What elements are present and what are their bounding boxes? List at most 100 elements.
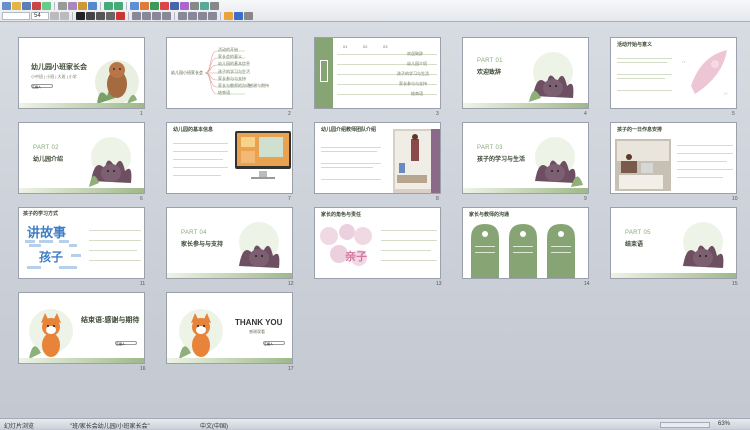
format-painter-icon[interactable]: [88, 2, 97, 10]
justify-icon[interactable]: [162, 12, 171, 20]
wordcloud-circles-icon: [320, 224, 372, 266]
mindmap-item: 活动的开始: [218, 47, 238, 52]
separator: [174, 12, 175, 20]
cut-icon[interactable]: [58, 2, 67, 10]
align-left-icon[interactable]: [132, 12, 141, 20]
slide-thumbnail-9[interactable]: PART 03 孩子的学习与生活: [462, 122, 589, 194]
mindmap-item: 感谢与期待: [249, 83, 269, 88]
font-size-select[interactable]: 54: [31, 12, 49, 20]
slide-title: 欢迎致辞: [477, 70, 502, 76]
separator: [72, 12, 73, 20]
toolbar-row-1: [2, 1, 219, 11]
pdf-icon[interactable]: [32, 2, 41, 10]
open-icon[interactable]: [12, 2, 21, 10]
bold-icon[interactable]: [76, 12, 85, 20]
wordcloud-word: 亲子: [345, 251, 367, 263]
indent-icon[interactable]: [198, 12, 207, 20]
mindmap-item: 结束语: [218, 90, 230, 95]
more-icon[interactable]: [190, 2, 199, 10]
slide-footer-bar: [19, 103, 144, 108]
bullets-icon[interactable]: [178, 12, 187, 20]
paste-icon[interactable]: [78, 2, 87, 10]
separator: [220, 12, 221, 20]
slide-thumbnail-16[interactable]: 结束语:感谢与期待 汇报人: [18, 292, 145, 364]
slide-number: 1: [140, 111, 143, 117]
slide-thumbnail-14[interactable]: 家长与教师的沟通: [462, 207, 589, 279]
slide-title: 结束语:感谢与期待: [81, 317, 140, 324]
presenter-pill: 汇报人: [115, 341, 137, 346]
slide-thumbnail-4[interactable]: PART 01 欢迎致辞: [462, 37, 589, 109]
separator: [54, 2, 55, 10]
numbering-icon[interactable]: [188, 12, 197, 20]
toc-row: 幼儿园介绍: [407, 61, 427, 66]
slide-thumbnail-5[interactable]: 活动开始与意义 “ ”: [610, 37, 737, 109]
text-line: [677, 161, 727, 162]
text-line: [381, 240, 437, 241]
toc-col: 03: [383, 44, 388, 49]
shadow-icon[interactable]: [106, 12, 115, 20]
new-icon[interactable]: [2, 2, 11, 10]
slide-thumbnail-10[interactable]: 孩子的一日作息安排: [610, 122, 737, 194]
zoom-slider[interactable]: [660, 422, 710, 428]
slide-thumbnail-2[interactable]: 幼儿园小班家长会 活动的开始 家长会的意义 幼儿园的基本信息 孩子的学习与生活 …: [166, 37, 293, 109]
text-line: [381, 230, 437, 231]
fill-color-icon[interactable]: [224, 12, 233, 20]
font-name-select[interactable]: [2, 12, 30, 20]
redo-icon[interactable]: [114, 2, 123, 10]
insert-media-icon[interactable]: [180, 2, 189, 10]
slide-thumbnail-13[interactable]: 家长的角色与责任 亲子: [314, 207, 441, 279]
grow-font-icon[interactable]: [50, 12, 59, 20]
slide-number: 2: [288, 111, 291, 117]
chevron-down-icon[interactable]: [244, 12, 253, 20]
outdent-icon[interactable]: [208, 12, 217, 20]
text-line: [381, 250, 431, 251]
help-icon[interactable]: [200, 2, 209, 10]
text-line: [89, 250, 137, 251]
align-center-icon[interactable]: [142, 12, 151, 20]
insert-shape-icon[interactable]: [160, 2, 169, 10]
toc-row: 欢迎致辞: [407, 51, 423, 56]
text-line: [89, 230, 141, 231]
svg-text:”: ”: [723, 92, 728, 103]
slide-thumbnail-3[interactable]: 01 02 03 欢迎致辞 幼儿园介绍 孩子的学习与生活 家长参与与支持 结束语: [314, 37, 441, 109]
slide-number: 11: [140, 281, 146, 287]
slide-thumbnail-8[interactable]: 幼儿园介绍教师团队介绍: [314, 122, 441, 194]
underline-icon[interactable]: [96, 12, 105, 20]
text-line: [677, 169, 733, 170]
zoom-level[interactable]: 63%: [718, 421, 730, 427]
slide-number: 10: [732, 196, 738, 202]
chevron-down-icon[interactable]: [210, 2, 219, 10]
undo-icon[interactable]: [104, 2, 113, 10]
slide-footer-bar: [463, 103, 588, 108]
italic-icon[interactable]: [86, 12, 95, 20]
slide-number: 15: [732, 281, 738, 287]
insert-table-icon[interactable]: [130, 2, 139, 10]
slide-thumbnail-1[interactable]: 幼儿园小班家长会 小中班 | 小班 | 大班 | 小学 汇报人: [18, 37, 145, 109]
print-icon[interactable]: [42, 2, 51, 10]
align-right-icon[interactable]: [152, 12, 161, 20]
rocket-wordcloud-icon: “ ”: [681, 50, 728, 103]
shrink-font-icon[interactable]: [60, 12, 69, 20]
kids-photo-icon: [615, 139, 671, 191]
line-color-icon[interactable]: [234, 12, 243, 20]
mindmap-item: 家长参与与支持: [218, 76, 246, 81]
insert-chart-icon[interactable]: [140, 2, 149, 10]
save-icon[interactable]: [22, 2, 31, 10]
font-color-icon[interactable]: [116, 12, 125, 20]
mindmap-item: 孩子的学习与生活: [218, 69, 250, 74]
toolbar-row-2: 54: [2, 11, 253, 21]
slide-thumbnail-6[interactable]: PART 02 幼儿园介绍: [18, 122, 145, 194]
copy-icon[interactable]: [68, 2, 77, 10]
text-line: [381, 260, 437, 261]
text-line: [89, 240, 141, 241]
slide-thumbnail-11[interactable]: 孩子的学习方式 讲故事 孩子: [18, 207, 145, 279]
slide-thumbnail-12[interactable]: PART 04 家长参与与支持: [166, 207, 293, 279]
toc-row: 家长参与与支持: [399, 81, 427, 86]
text-line: [677, 145, 733, 146]
slide-thumbnail-17[interactable]: THANK YOU 感谢观看 汇报人: [166, 292, 293, 364]
slide-thumbnail-15[interactable]: PART 05 结束语: [610, 207, 737, 279]
slide-thumbnail-7[interactable]: 幼儿园的基本信息: [166, 122, 293, 194]
slide-title: 家长参与与支持: [181, 242, 224, 248]
insert-image-icon[interactable]: [150, 2, 159, 10]
insert-textbox-icon[interactable]: [170, 2, 179, 10]
